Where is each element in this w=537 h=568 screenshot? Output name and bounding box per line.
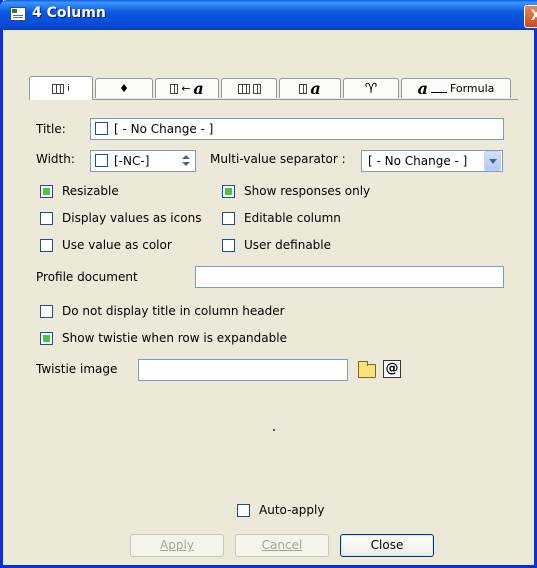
auto-apply-label: Auto-apply — [259, 503, 325, 517]
title-font-icon: a — [310, 79, 321, 98]
close-button[interactable]: Close — [340, 534, 434, 557]
tab-column-info[interactable]: i — [29, 76, 93, 100]
column-info-icon — [52, 83, 65, 94]
separator-dot — [273, 429, 275, 431]
folder-icon[interactable] — [358, 361, 376, 378]
twistie-image-field[interactable] — [138, 359, 348, 381]
do-not-display-title-label: Do not display title in column header — [62, 304, 285, 318]
formula-icon: a — [417, 79, 428, 98]
display-values-as-icons-checkbox[interactable] — [40, 212, 53, 225]
profile-document-label: Profile document — [36, 270, 138, 284]
resizable-label: Resizable — [62, 184, 119, 198]
close-button-label: Close — [370, 538, 404, 552]
cancel-button-label: Cancel — [261, 538, 303, 552]
window-title: 4 Column — [32, 5, 106, 21]
use-value-as-color-label: Use value as color — [62, 238, 172, 252]
do-not-display-title-checkbox[interactable] — [40, 305, 53, 318]
tab-sorting[interactable]: ♦ — [95, 78, 153, 98]
display-values-as-icons-label: Display values as icons — [62, 211, 202, 225]
editable-column-checkbox[interactable] — [222, 212, 235, 225]
font-icon: a — [193, 79, 204, 98]
numbers-icon — [237, 83, 250, 94]
twistie-image-label: Twistie image — [36, 362, 118, 376]
apply-button[interactable]: Apply — [130, 534, 224, 557]
title-nochange-checkbox[interactable] — [95, 122, 108, 135]
arrow-left-icon: ← — [181, 82, 191, 95]
resizable-checkbox[interactable] — [40, 185, 53, 198]
auto-apply-checkbox[interactable] — [237, 504, 250, 517]
width-nochange-checkbox[interactable] — [95, 154, 108, 167]
width-field[interactable]: [-NC-] — [90, 150, 196, 172]
title-column-icon — [299, 83, 308, 94]
cancel-button[interactable]: Cancel — [235, 534, 329, 557]
title-label: Title: — [36, 122, 66, 136]
title-field[interactable]: [ - No Change - ] — [90, 118, 504, 140]
multivalue-separator-value: [ - No Change - ] — [368, 154, 468, 168]
multivalue-separator-label: Multi-value separator : — [210, 152, 346, 166]
column-properties-icon — [10, 7, 26, 21]
show-responses-only-checkbox[interactable] — [222, 185, 235, 198]
show-responses-only-label: Show responses only — [244, 184, 371, 198]
multivalue-separator-select[interactable]: [ - No Change - ] — [361, 150, 503, 172]
use-value-as-color-checkbox[interactable] — [40, 239, 53, 252]
title-value: [ - No Change - ] — [114, 122, 214, 136]
at-formula-icon[interactable]: @ — [383, 360, 401, 378]
tab-advanced-format[interactable]: ♈ — [343, 78, 399, 98]
user-definable-label: User definable — [244, 238, 332, 252]
apply-button-label: Apply — [160, 538, 194, 552]
width-value: [-NC-] — [114, 154, 150, 168]
width-spinner-icon[interactable] — [180, 152, 192, 170]
profile-document-field[interactable] — [195, 266, 504, 288]
user-definable-checkbox[interactable] — [222, 239, 235, 252]
editable-column-label: Editable column — [244, 211, 341, 225]
sort-icon: ♦ — [119, 82, 129, 95]
title-bar[interactable]: 4 Column X — [0, 0, 537, 30]
advanced-format-icon: ♈ — [364, 80, 378, 97]
tab-font[interactable]: ← a — [155, 78, 219, 98]
width-label: Width: — [36, 152, 75, 166]
formula-line-icon — [430, 84, 447, 93]
font-column-icon — [170, 83, 179, 94]
show-twistie-label: Show twistie when row is expandable — [62, 331, 287, 345]
tab-formula[interactable]: a Formula — [401, 78, 511, 98]
tab-title-font[interactable]: a — [279, 78, 341, 98]
info-marker-icon: i — [67, 83, 70, 94]
show-twistie-checkbox[interactable] — [40, 332, 53, 345]
tab-numbers[interactable] — [221, 78, 277, 98]
close-window-button[interactable]: X — [524, 5, 537, 28]
tab-panel-border — [29, 99, 518, 102]
numbers-format-icon — [252, 83, 261, 94]
tab-formula-label: Formula — [449, 82, 495, 95]
column-properties-dialog: 4 Column X i ♦ ← a a ♈ a Formula Title: … — [0, 0, 537, 568]
chevron-down-icon[interactable] — [484, 151, 501, 171]
